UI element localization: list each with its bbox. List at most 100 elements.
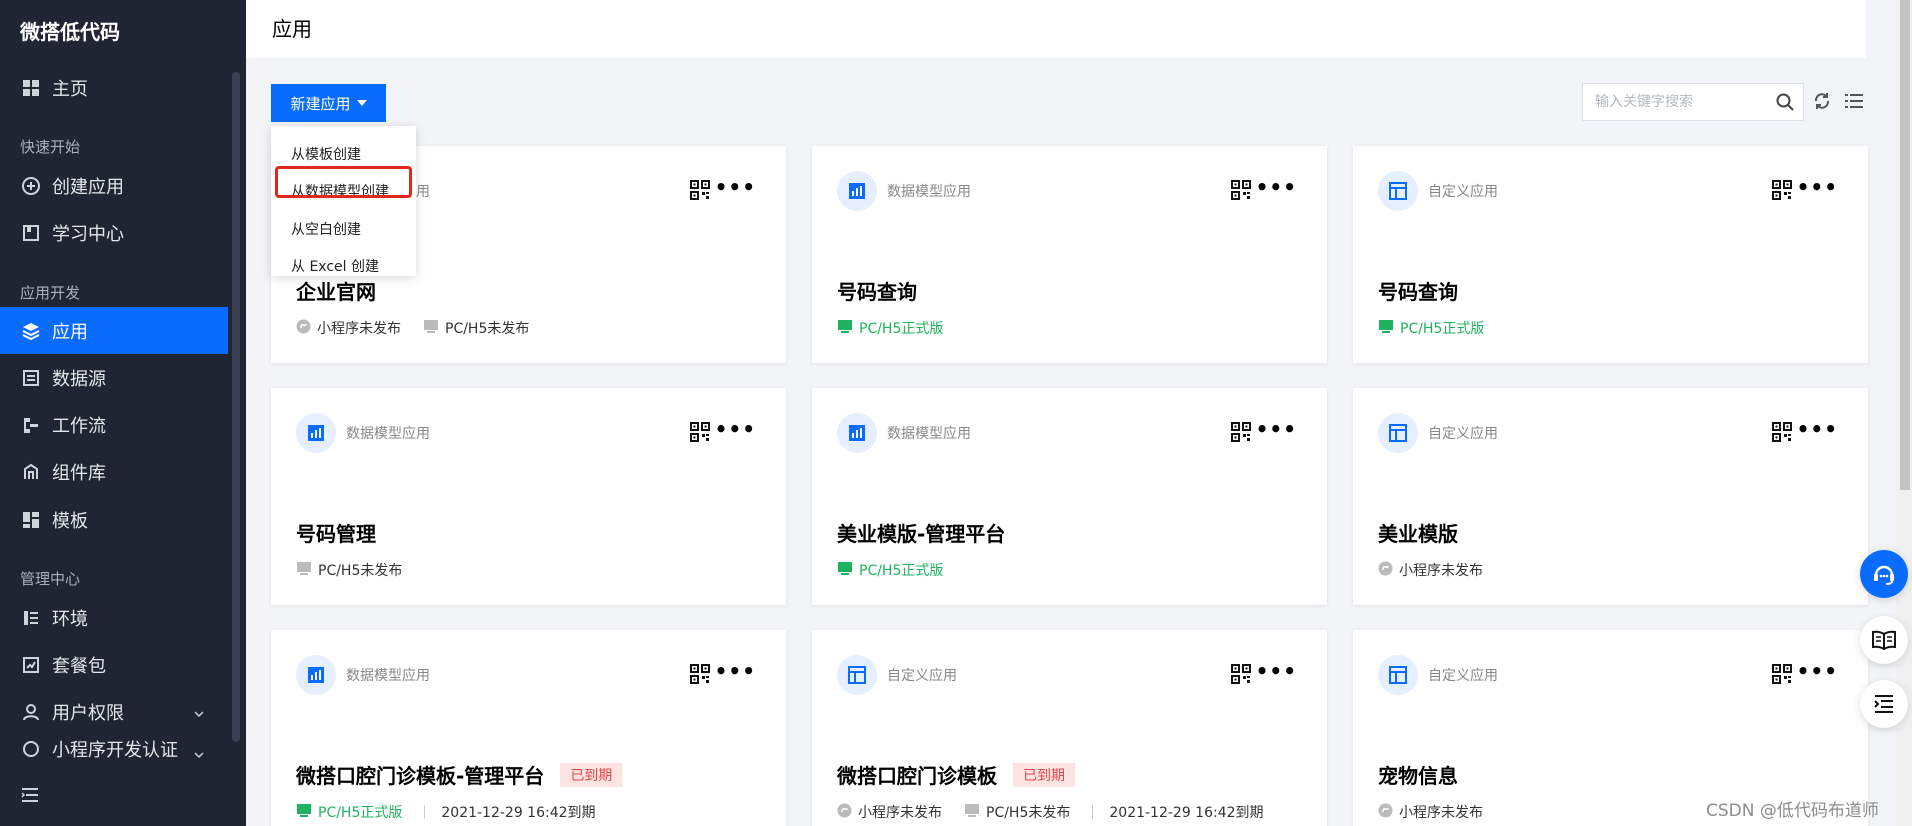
- search-icon[interactable]: [1775, 92, 1795, 116]
- app-type-label: 数据模型应用: [887, 426, 971, 442]
- sidebar-item-label: 主页: [52, 78, 88, 100]
- qrcode-icon[interactable]: [1231, 422, 1251, 446]
- app-name-text: 号码查询: [837, 280, 917, 304]
- app-type-label: 数据模型应用: [346, 668, 430, 684]
- refresh-icon[interactable]: [1811, 90, 1833, 116]
- menu-item-from-excel[interactable]: 从 Excel 创建: [271, 249, 416, 283]
- sidebar-item-components[interactable]: 组件库: [0, 448, 228, 495]
- more-options-icon[interactable]: •••: [715, 419, 756, 439]
- publish-status: PC/H5未发布: [964, 802, 1070, 822]
- sidebar-item-label: 组件库: [52, 462, 106, 484]
- new-app-button[interactable]: 新建应用: [271, 84, 386, 122]
- section-label-app-dev: 应用开发: [20, 284, 81, 302]
- monitor-icon: [423, 319, 445, 338]
- grid-icon: [20, 77, 42, 99]
- sidebar-item-datasource[interactable]: 数据源: [0, 354, 228, 401]
- user-icon: [20, 701, 42, 723]
- sidebar-item-learning[interactable]: 学习中心: [0, 209, 228, 256]
- more-options-icon[interactable]: •••: [715, 177, 756, 197]
- more-options-icon[interactable]: •••: [1256, 661, 1297, 681]
- sidebar-item-label: 应用: [52, 321, 88, 343]
- sidebar-item-apps[interactable]: 应用: [0, 307, 228, 354]
- custom-app-icon: [837, 655, 877, 695]
- app-card[interactable]: 数据模型应用 ••• 号码管理 PC/H5未发布: [271, 388, 786, 605]
- sidebar-item-label: 创建应用: [52, 176, 124, 198]
- app-card[interactable]: 自定义应用 ••• 微搭口腔门诊模板 已到期 小程序未发布 PC/H5未发布 2021-12…: [812, 630, 1327, 826]
- search-box[interactable]: [1582, 83, 1804, 121]
- more-options-icon[interactable]: •••: [1797, 419, 1838, 439]
- publish-status: 小程序未发布: [1378, 560, 1483, 580]
- collapse-menu-icon[interactable]: [20, 786, 40, 808]
- publish-status: PC/H5正式版: [837, 560, 943, 580]
- sidebar-item-mini-cert[interactable]: 小程序开发认证: [0, 735, 228, 763]
- publish-status-text: 小程序未发布: [1399, 805, 1483, 821]
- more-options-icon[interactable]: •••: [1256, 177, 1297, 197]
- sidebar-item-workflow[interactable]: 工作流: [0, 401, 228, 448]
- more-options-icon[interactable]: •••: [1797, 177, 1838, 197]
- more-options-icon[interactable]: •••: [715, 661, 756, 681]
- env-icon: [20, 607, 42, 629]
- new-app-dropdown-menu: 从模板创建 从数据模型创建 从空白创建 从 Excel 创建: [271, 126, 416, 276]
- docs-button[interactable]: [1860, 616, 1908, 664]
- sidebar-item-package[interactable]: 套餐包: [0, 641, 228, 688]
- status-row: PC/H5未发布: [296, 560, 424, 580]
- publish-status: PC/H5正式版: [837, 318, 943, 338]
- sidebar-item-create-app[interactable]: 创建应用: [0, 162, 228, 209]
- qrcode-icon[interactable]: [1772, 422, 1792, 446]
- app-name: 微搭口腔门诊模板 已到期: [837, 760, 1075, 789]
- open-book-icon: [1872, 630, 1896, 651]
- status-row: PC/H5正式版: [837, 318, 965, 338]
- qrcode-icon[interactable]: [1772, 664, 1792, 688]
- publish-status-text: PC/H5正式版: [859, 563, 944, 579]
- list-view-icon[interactable]: [1843, 90, 1865, 116]
- search-input[interactable]: [1595, 94, 1765, 110]
- app-card[interactable]: 数据模型应用 ••• 微搭口腔门诊模板-管理平台 已到期 PC/H5正式版 2021-12…: [271, 630, 786, 826]
- app-card[interactable]: 数据模型应用 ••• 号码查询 PC/H5正式版: [812, 146, 1327, 363]
- app-name-text: 宠物信息: [1378, 764, 1458, 788]
- expiry-date: 2021-12-29 16:42到期: [441, 805, 596, 821]
- app-name-text: 美业模版: [1378, 522, 1458, 546]
- app-card[interactable]: 数据模型应用 ••• 美业模版-管理平台 PC/H5正式版: [812, 388, 1327, 605]
- app-type-label: 自定义应用: [1428, 184, 1498, 200]
- qrcode-icon[interactable]: [1772, 180, 1792, 204]
- customer-service-button[interactable]: [1860, 550, 1908, 598]
- status-row: PC/H5正式版: [1378, 318, 1506, 338]
- app-type-label: 自定义应用: [1428, 668, 1498, 684]
- publish-status: PC/H5正式版: [1378, 318, 1484, 338]
- section-label-admin: 管理中心: [20, 570, 81, 588]
- publish-status-text: PC/H5正式版: [1400, 321, 1485, 337]
- app-name: 号码查询: [837, 276, 917, 305]
- sidebar-item-label: 小程序开发认证: [52, 740, 178, 761]
- data-model-app-icon: [296, 413, 336, 453]
- qrcode-icon[interactable]: [690, 664, 710, 688]
- sidebar-item-home[interactable]: 主页: [0, 64, 228, 111]
- sidebar-scrollbar[interactable]: [232, 72, 240, 742]
- qrcode-icon[interactable]: [690, 180, 710, 204]
- plus-circle-icon: [20, 175, 42, 197]
- app-card[interactable]: 自定义应用 ••• 号码查询 PC/H5正式版: [1353, 146, 1868, 363]
- more-options-icon[interactable]: •••: [1256, 419, 1297, 439]
- menu-item-from-blank[interactable]: 从空白创建: [271, 212, 416, 246]
- layers-icon: [20, 320, 42, 342]
- app-name: 号码管理: [296, 518, 376, 547]
- status-row: 小程序未发布 PC/H5未发布: [296, 318, 551, 338]
- more-options-icon[interactable]: •••: [1797, 661, 1838, 681]
- qrcode-icon[interactable]: [1231, 180, 1251, 204]
- publish-status-text: PC/H5正式版: [318, 805, 403, 821]
- app-name-text: 美业模版-管理平台: [837, 522, 1006, 546]
- watermark-text: CSDN @低代码布道师: [1706, 801, 1879, 821]
- publish-status-text: PC/H5未发布: [986, 805, 1071, 821]
- qrcode-icon[interactable]: [1231, 664, 1251, 688]
- page-scrollbar-thumb[interactable]: [1900, 0, 1910, 490]
- monitor-icon: [296, 803, 318, 822]
- headset-icon: [1874, 565, 1894, 585]
- package-icon: [20, 654, 42, 676]
- publish-status-text: 小程序未发布: [858, 805, 942, 821]
- qrcode-icon[interactable]: [690, 422, 710, 446]
- sidebar-item-templates[interactable]: 模板: [0, 496, 228, 543]
- caret-down-icon: [356, 100, 367, 106]
- outline-button[interactable]: [1860, 680, 1908, 728]
- app-card[interactable]: 自定义应用 ••• 美业模版 小程序未发布: [1353, 388, 1868, 605]
- sidebar-item-env[interactable]: 环境: [0, 594, 228, 641]
- sidebar-item-user-permissions[interactable]: 用户权限: [0, 688, 228, 735]
